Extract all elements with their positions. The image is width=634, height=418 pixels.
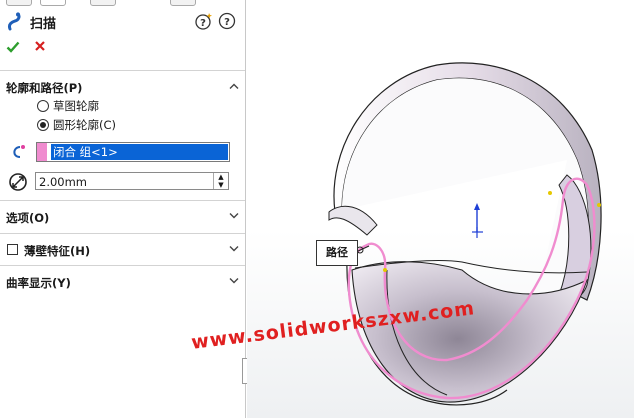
diameter-icon xyxy=(9,173,27,191)
expand-caret-icon[interactable] xyxy=(229,213,239,219)
tab-display-manager[interactable] xyxy=(170,0,196,6)
radio-circle[interactable] xyxy=(37,100,49,112)
model-3d-view xyxy=(328,62,602,406)
expand-caret-icon[interactable] xyxy=(229,278,239,284)
feature-title: 扫描 xyxy=(30,16,57,32)
panel-tabs xyxy=(0,0,246,6)
options-header[interactable]: 选项(O) xyxy=(6,210,49,226)
svg-text:?: ? xyxy=(224,17,230,28)
expand-caret-icon[interactable] xyxy=(229,246,239,252)
cancel-x-icon[interactable] xyxy=(34,40,46,52)
diameter-input[interactable]: 2.00mm ▲ ▼ xyxy=(35,172,229,190)
radio-circle-selected[interactable] xyxy=(37,119,49,131)
diameter-spinner[interactable]: ▲ ▼ xyxy=(213,173,228,189)
radio-label: 圆形轮廓(C) xyxy=(53,118,117,132)
path-icon xyxy=(13,145,25,158)
diameter-value: 2.00mm xyxy=(39,175,88,189)
sweep-icon xyxy=(8,12,21,31)
path-selection-box[interactable]: 闭合 组<1> xyxy=(36,142,230,162)
thin-feature-header[interactable]: 薄壁特征(H) xyxy=(24,243,90,259)
tab-feature-manager[interactable] xyxy=(6,0,32,6)
radio-sketch-profile[interactable]: 草图轮廓 xyxy=(37,98,99,114)
detailed-preview-help-icon[interactable]: ? xyxy=(195,12,213,30)
svg-text:?: ? xyxy=(200,18,206,29)
tab-configuration-manager[interactable] xyxy=(90,0,116,6)
spin-up-icon[interactable]: ▲ xyxy=(214,173,228,181)
tab-property-manager[interactable] xyxy=(40,0,66,6)
graphics-area[interactable] xyxy=(247,0,634,418)
thin-feature-checkbox[interactable] xyxy=(7,244,18,255)
path-selection-item[interactable]: 闭合 组<1> xyxy=(51,144,228,160)
curvature-header[interactable]: 曲率显示(Y) xyxy=(6,275,71,291)
spin-down-icon[interactable]: ▼ xyxy=(214,181,228,189)
feature-title-row: 扫描 xyxy=(6,11,56,33)
collapse-caret-icon[interactable] xyxy=(229,83,239,89)
radio-label: 草图轮廓 xyxy=(53,99,99,113)
help-icon[interactable]: ? xyxy=(218,12,236,30)
profile-path-header[interactable]: 轮廓和路径(P) xyxy=(6,80,82,96)
options-section: 选项(O) xyxy=(0,200,245,233)
ok-check-icon[interactable] xyxy=(6,40,20,54)
selection-color-swatch xyxy=(37,143,47,161)
path-callout-label[interactable]: 路径 xyxy=(316,240,358,266)
thin-feature-section: 薄壁特征(H) xyxy=(0,233,245,266)
property-manager: 扫描 ? ? 轮廓和路径(P) 草图轮廓 圆形轮廓(C) 闭合 组<1> 2.0… xyxy=(0,0,252,418)
curvature-section: 曲率显示(Y) xyxy=(0,265,245,298)
radio-circular-profile[interactable]: 圆形轮廓(C) xyxy=(37,117,116,133)
